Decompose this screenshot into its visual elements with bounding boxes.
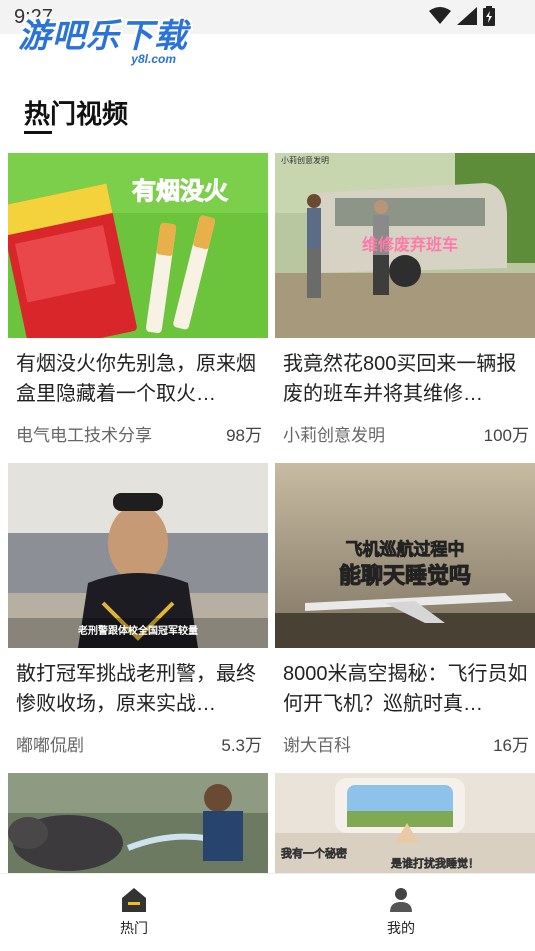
nav-item-mine[interactable]: 我的 xyxy=(361,886,441,938)
bottom-nav: 热门 我的 xyxy=(0,873,535,951)
home-icon xyxy=(122,888,146,912)
video-thumbnail[interactable] xyxy=(8,773,268,873)
video-title[interactable]: 散打冠军挑战老刑警，最终惨败收场，原来实战… xyxy=(16,659,262,719)
page-title: 热门视频 xyxy=(24,99,129,129)
video-thumbnail[interactable]: 有烟没火 xyxy=(8,153,268,338)
status-icons xyxy=(429,6,495,26)
thumbnail-overlay-text: 我有一个秘密 xyxy=(281,846,347,860)
thumbnail-overlay-text: 有烟没火 xyxy=(132,177,228,205)
user-icon xyxy=(390,888,412,912)
video-views: 5.3万 xyxy=(221,736,262,755)
video-title[interactable]: 8000米高空揭秘：飞行员如何开飞机？巡航时真… xyxy=(283,659,529,719)
video-title[interactable]: 我竟然花800买回来一辆报废的班车并将其维修… xyxy=(283,349,529,409)
nav-label-hot: 热门 xyxy=(120,920,148,936)
wifi-icon xyxy=(429,7,451,24)
watermark-sub-text: y8l.com xyxy=(131,52,176,66)
site-watermark-logo: 游吧乐下载 y8l.com xyxy=(18,18,188,68)
video-thumbnail[interactable]: 飞机巡航过程中 能聊天睡觉吗 xyxy=(275,463,535,648)
video-meta: 嘟嘟侃剧 5.3万 xyxy=(16,731,262,756)
video-author: 小莉创意发明 xyxy=(283,426,385,445)
video-meta: 小莉创意发明 100万 xyxy=(283,421,529,446)
video-author: 电气电工技术分享 xyxy=(16,426,152,445)
nav-label-mine: 我的 xyxy=(387,920,415,936)
video-thumbnail[interactable]: 老刑警跟体校全国冠军较量 xyxy=(8,463,268,648)
thumbnail-overlay-text: 飞机巡航过程中 xyxy=(346,539,465,560)
thumbnail-overlay-text: 能聊天睡觉吗 xyxy=(339,563,471,589)
video-author: 谢大百科 xyxy=(283,736,351,755)
title-underline xyxy=(24,131,52,134)
thumbnail-overlay-text: 是谁打扰我睡觉！ xyxy=(390,856,479,870)
video-title[interactable]: 有烟没火你先别急，原来烟盒里隐藏着一个取火… xyxy=(16,349,262,409)
watermark-main-text: 游吧乐下载 xyxy=(18,16,188,55)
video-meta: 电气电工技术分享 98万 xyxy=(16,421,262,446)
video-views: 100万 xyxy=(483,426,529,445)
signal-icon xyxy=(457,7,477,25)
video-author: 嘟嘟侃剧 xyxy=(16,736,84,755)
video-thumbnail[interactable]: 小莉创意发明 维修废弃班车 xyxy=(275,153,535,338)
battery-icon xyxy=(483,6,495,26)
thumbnail-overlay-text: 老刑警跟体校全国冠军较量 xyxy=(77,624,198,637)
thumbnail-overlay-text: 维修废弃班车 xyxy=(362,235,458,254)
svg-text:小莉创意发明: 小莉创意发明 xyxy=(281,155,329,165)
video-views: 98万 xyxy=(226,426,262,445)
video-views: 16万 xyxy=(493,736,529,755)
nav-item-hot[interactable]: 热门 xyxy=(94,886,174,938)
video-meta: 谢大百科 16万 xyxy=(283,731,529,756)
video-thumbnail[interactable]: 我有一个秘密 是谁打扰我睡觉！ xyxy=(275,773,535,873)
